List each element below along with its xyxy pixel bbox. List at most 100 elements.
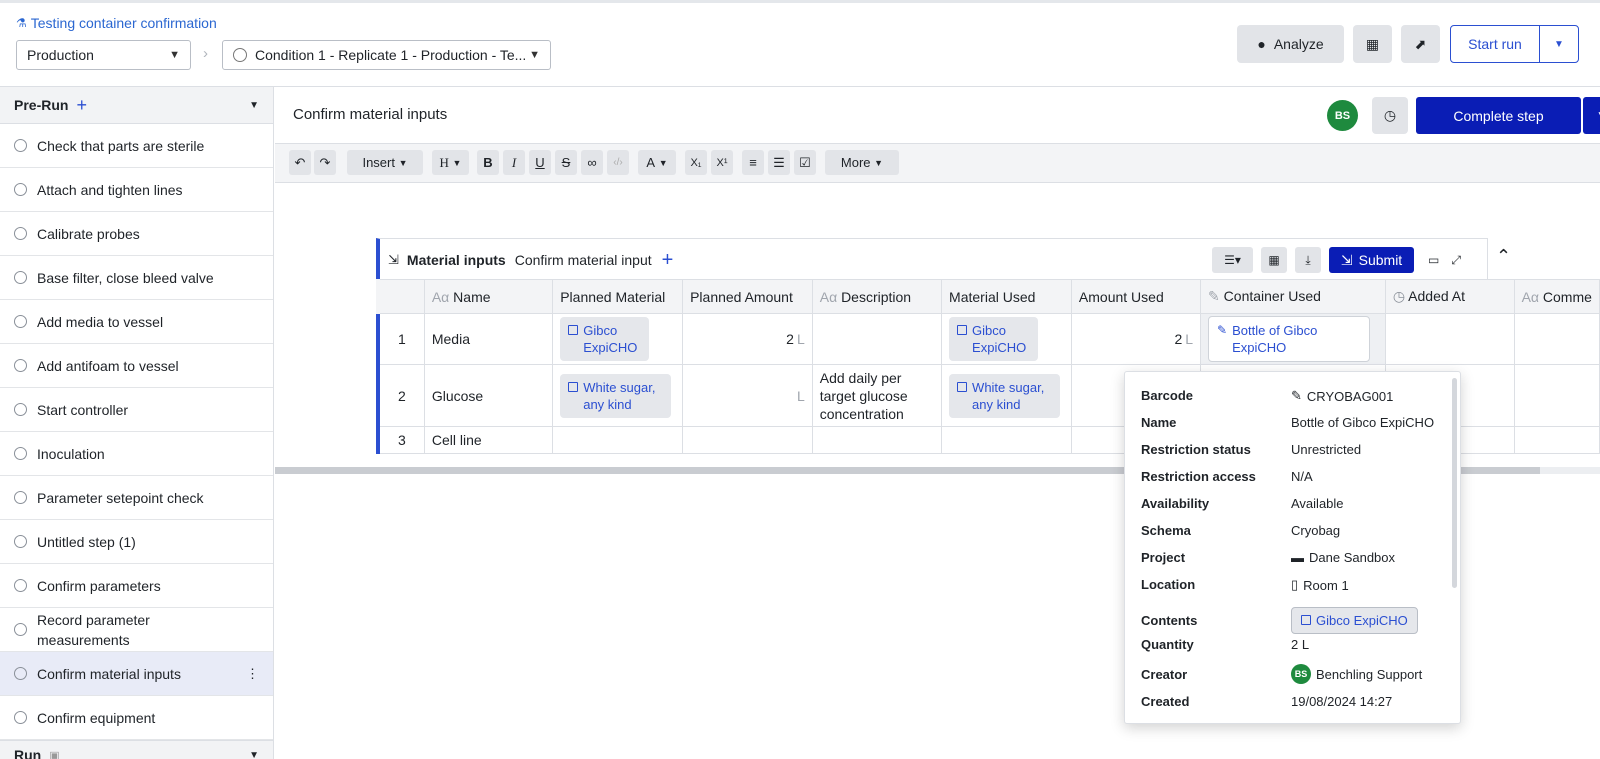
sidebar-item[interactable]: Add media to vessel xyxy=(0,300,273,344)
popout-button[interactable]: ⬈ xyxy=(1401,25,1440,63)
breadcrumb-link[interactable]: ⚗ Testing container confirmation xyxy=(16,15,217,31)
column-header[interactable]: ◷ Added At xyxy=(1384,279,1515,314)
checklist-icon[interactable]: ☑ xyxy=(794,150,816,175)
download-button[interactable]: ⤓ xyxy=(1295,247,1322,273)
complete-step-button[interactable]: Complete step xyxy=(1416,97,1581,134)
comment-cell[interactable] xyxy=(1513,313,1600,365)
entity-chip[interactable]: Gibco ExpiCHO xyxy=(949,317,1039,361)
bullet-list-icon[interactable]: ≡ xyxy=(742,150,764,175)
sidebar-item[interactable]: Untitled step (1) xyxy=(0,520,273,564)
subscript-button[interactable]: X₁ xyxy=(685,150,707,175)
underline-button[interactable]: U xyxy=(529,150,551,175)
column-header[interactable]: Aα Name xyxy=(423,279,554,314)
history-button[interactable]: ◷ xyxy=(1372,97,1408,134)
expand-icon[interactable]: ⤢ xyxy=(1451,253,1461,268)
popover-scrollbar[interactable] xyxy=(1452,378,1457,588)
run-select[interactable]: Condition 1 - Replicate 1 - Production -… xyxy=(222,40,551,70)
breadcrumb-label[interactable]: Testing container confirmation xyxy=(31,15,217,31)
collapse-panel-icon[interactable]: ▭ xyxy=(1428,253,1439,267)
code-icon[interactable]: ‹/› xyxy=(607,150,629,175)
chevron-up-icon[interactable]: ⌃ xyxy=(1496,246,1511,267)
contents-chip[interactable]: Gibco ExpiCHO xyxy=(1291,607,1418,634)
entity-chip[interactable]: White sugar, any kind xyxy=(949,373,1061,418)
sidebar-item[interactable]: Parameter setepoint check xyxy=(0,476,273,520)
add-step-icon[interactable]: + xyxy=(76,95,87,116)
link-icon[interactable]: ∞ xyxy=(581,150,603,175)
column-header[interactable]: ✎ Container Used xyxy=(1200,279,1386,314)
sidebar-item[interactable]: Start controller xyxy=(0,388,273,432)
sidebar-item[interactable]: Calibrate probes xyxy=(0,212,273,256)
sidebar-item[interactable]: Base filter, close bleed valve xyxy=(0,256,273,300)
schedule-button[interactable]: ▦ xyxy=(1353,25,1392,63)
analyze-button[interactable]: ● Analyze xyxy=(1237,25,1344,63)
container-used-cell[interactable]: ✎ Bottle of Gibco ExpiCHO xyxy=(1200,313,1386,365)
entity-chip[interactable]: White sugar, any kind xyxy=(560,373,672,418)
assignee-avatar[interactable]: BS xyxy=(1327,100,1358,131)
redo-icon[interactable]: ↷ xyxy=(314,150,336,175)
history-button[interactable]: ▦ xyxy=(1261,247,1288,273)
undo-icon[interactable]: ↶ xyxy=(289,150,311,175)
amount-used-cell[interactable]: 2L xyxy=(1070,313,1202,365)
heading-menu[interactable]: H ▼ xyxy=(432,150,469,175)
step-status-icon xyxy=(14,535,27,548)
add-row-icon[interactable]: + xyxy=(662,249,674,272)
sidebar-item[interactable]: Attach and tighten lines xyxy=(0,168,273,212)
start-run-button[interactable]: Start run ▼ xyxy=(1450,25,1579,63)
superscript-button[interactable]: X¹ xyxy=(711,150,733,175)
column-header[interactable]: Aα Description xyxy=(811,279,943,314)
name-cell[interactable]: Cell line xyxy=(423,426,554,454)
name-cell[interactable]: Glucose xyxy=(423,364,554,427)
column-header[interactable]: Material Used xyxy=(941,279,1072,314)
sidebar-item[interactable]: Add antifoam to vessel xyxy=(0,344,273,388)
container-chip[interactable]: ✎ Bottle of Gibco ExpiCHO xyxy=(1208,316,1371,362)
description-cell[interactable] xyxy=(811,426,943,454)
section-header-run[interactable]: Run ▣ ▼ xyxy=(0,740,273,759)
collapse-chevron-icon[interactable]: ▼ xyxy=(249,750,259,759)
lightbulb-icon: ● xyxy=(1257,36,1266,52)
popover-field: Creator BS Benchling Support xyxy=(1141,664,1441,684)
material-used-cell[interactable]: White sugar, any kind xyxy=(941,364,1072,427)
field-value[interactable]: Dane Sandbox xyxy=(1309,550,1395,565)
italic-button[interactable]: I xyxy=(503,150,525,175)
planned-material-cell[interactable]: White sugar, any kind xyxy=(552,364,684,427)
sidebar-item-active[interactable]: Confirm material inputs ⋮ xyxy=(0,652,273,696)
column-settings-button[interactable]: ☰▾ xyxy=(1212,247,1254,273)
field-value[interactable]: Room 1 xyxy=(1303,578,1349,593)
planned-amount-cell[interactable]: L xyxy=(682,364,813,427)
column-header[interactable]: Aα Comme xyxy=(1513,279,1600,314)
environment-select[interactable]: Production ▼ xyxy=(16,40,191,70)
sidebar-item[interactable]: Check that parts are sterile xyxy=(0,124,273,168)
planned-amount-cell[interactable] xyxy=(682,426,813,454)
column-header[interactable]: Planned Amount xyxy=(682,279,813,314)
bold-button[interactable]: B xyxy=(477,150,499,175)
description-cell[interactable] xyxy=(811,313,943,365)
start-run-dropdown-icon[interactable]: ▼ xyxy=(1539,26,1578,62)
strikethrough-button[interactable]: S xyxy=(555,150,577,175)
sidebar-item[interactable]: Confirm parameters xyxy=(0,564,273,608)
comment-cell[interactable] xyxy=(1513,364,1600,427)
column-header[interactable]: Planned Material xyxy=(552,279,684,314)
text-color-menu[interactable]: A ▼ xyxy=(638,150,676,175)
material-used-cell[interactable] xyxy=(941,426,1072,454)
description-cell[interactable]: Add daily per target glucose concentrati… xyxy=(811,364,943,427)
sidebar-item[interactable]: Record parameter measurements xyxy=(0,608,273,652)
numbered-list-icon[interactable]: ☰ xyxy=(768,150,790,175)
complete-step-dropdown-icon[interactable]: ▼ xyxy=(1583,97,1600,134)
planned-amount-cell[interactable]: 2L xyxy=(682,313,813,365)
submit-button[interactable]: ⇲ Submit xyxy=(1329,247,1415,273)
column-header[interactable]: Amount Used xyxy=(1070,279,1202,314)
sidebar-item[interactable]: Confirm equipment xyxy=(0,696,273,740)
entity-chip[interactable]: Gibco ExpiCHO xyxy=(560,317,650,361)
insert-menu[interactable]: Insert ▼ xyxy=(347,150,423,175)
added-at-cell[interactable] xyxy=(1384,313,1515,365)
more-menu[interactable]: More ▼ xyxy=(825,150,899,175)
comment-cell[interactable] xyxy=(1513,426,1600,454)
planned-material-cell[interactable] xyxy=(552,426,684,454)
section-header-prerun[interactable]: Pre-Run + ▼ xyxy=(0,87,273,124)
sidebar-item[interactable]: Inoculation xyxy=(0,432,273,476)
name-cell[interactable]: Media xyxy=(423,313,554,365)
kebab-menu-icon[interactable]: ⋮ xyxy=(246,666,259,682)
material-used-cell[interactable]: Gibco ExpiCHO xyxy=(941,313,1072,365)
collapse-chevron-icon[interactable]: ▼ xyxy=(249,100,259,111)
planned-material-cell[interactable]: Gibco ExpiCHO xyxy=(552,313,684,365)
